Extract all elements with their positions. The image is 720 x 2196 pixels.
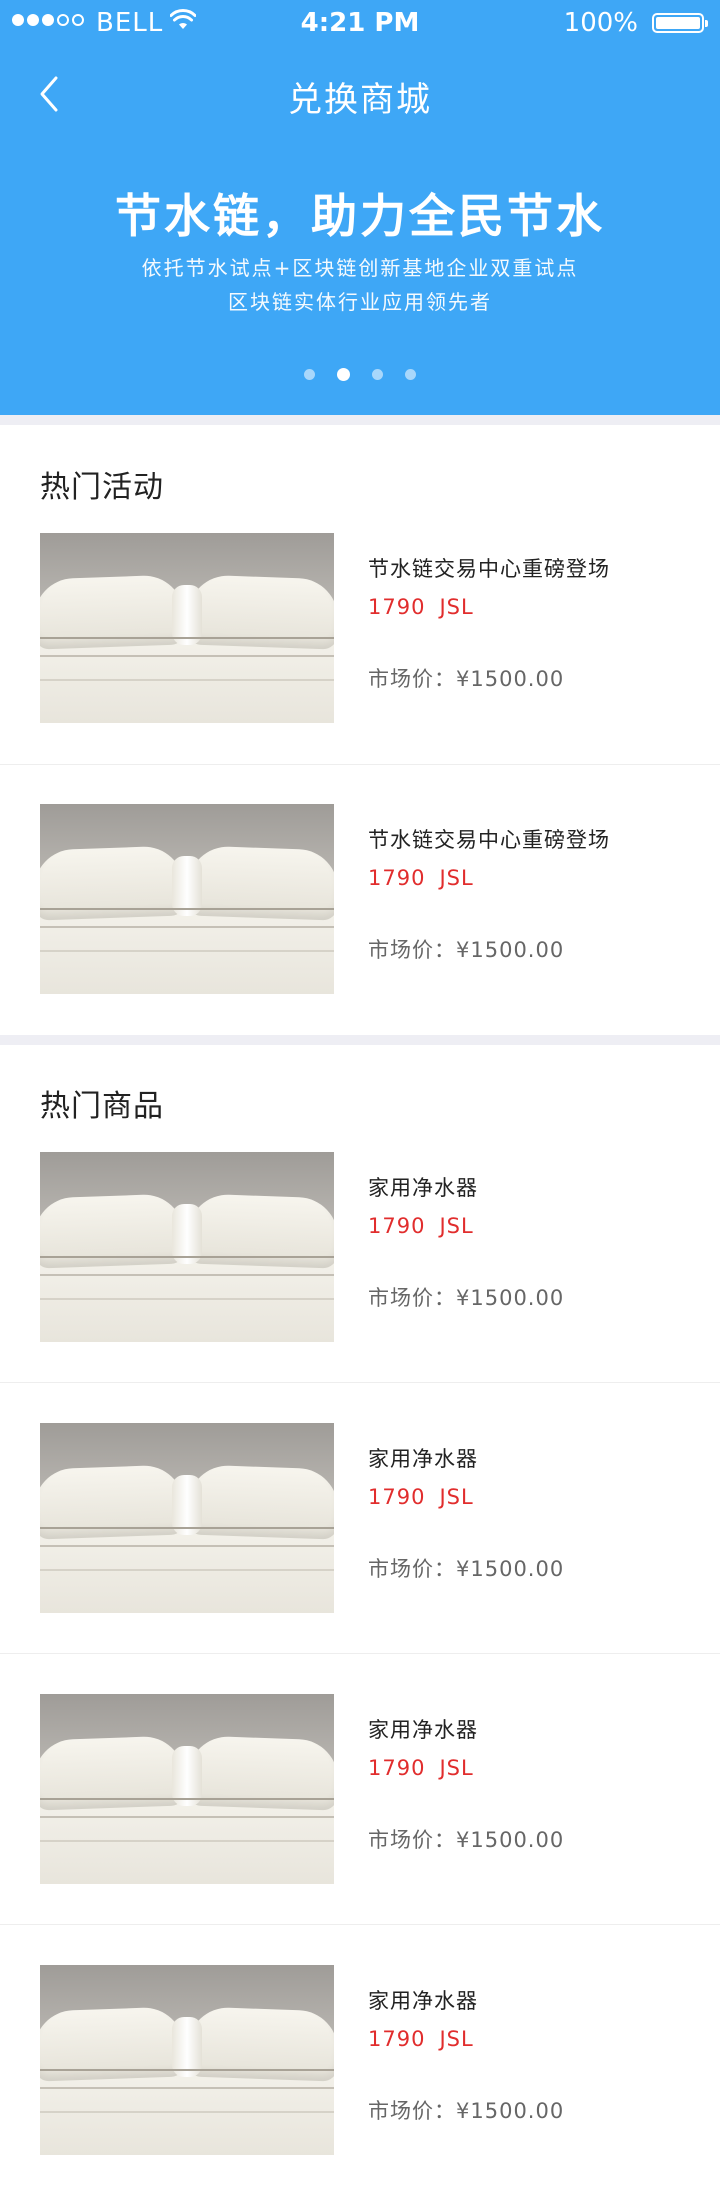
price-value: 1790	[368, 866, 426, 890]
battery-icon	[652, 13, 708, 33]
carousel-dot-2-active[interactable]	[337, 368, 350, 381]
market-price: 市场价：¥1500.00	[368, 1286, 565, 1310]
carousel-indicator[interactable]	[0, 368, 720, 381]
section-separator	[0, 415, 720, 425]
price-value: 1790	[368, 1485, 426, 1509]
status-bar: BELL 4:21 PM 100%	[0, 0, 720, 44]
market-price: 市场价：¥1500.00	[368, 1828, 565, 1852]
header-banner: BELL 4:21 PM 100% 兑换商城 节水链，助力全民节水 依托节水试点…	[0, 0, 720, 415]
item-price: 1790 JSL	[368, 1214, 474, 1238]
banner-title: 节水链，助力全民节水	[115, 189, 605, 243]
price-unit: JSL	[439, 1214, 474, 1238]
price-value: 1790	[368, 1756, 426, 1780]
item-price: 1790 JSL	[368, 2027, 474, 2051]
item-title: 节水链交易中心重磅登场	[368, 828, 610, 852]
product-item-4[interactable]: 家用净水器 1790 JSL 市场价：¥1500.00	[0, 1965, 720, 2196]
battery-percentage: 100%	[563, 8, 638, 38]
product-image	[40, 1423, 334, 1613]
item-price: 1790 JSL	[368, 595, 474, 619]
product-image	[40, 533, 334, 723]
item-title: 家用净水器	[368, 1447, 478, 1471]
product-image	[40, 1694, 334, 1884]
activity-item-1[interactable]: 节水链交易中心重磅登场 1790 JSL 市场价：¥1500.00	[0, 533, 720, 803]
activity-item-2[interactable]: 节水链交易中心重磅登场 1790 JSL 市场价：¥1500.00	[0, 804, 720, 1074]
banner-subtitle-line-2: 区块链实体行业应用领先者	[228, 290, 492, 314]
carousel-dot-1[interactable]	[304, 369, 315, 380]
price-unit: JSL	[439, 595, 474, 619]
exchange-mall-screen: BELL 4:21 PM 100% 兑换商城 节水链，助力全民节水 依托节水试点…	[0, 0, 720, 2196]
item-divider	[0, 1653, 720, 1654]
carousel-dot-3[interactable]	[372, 369, 383, 380]
banner-subtitle-line-1: 依托节水试点+区块链创新基地企业双重试点	[141, 256, 579, 280]
section-separator	[0, 1035, 720, 1045]
price-unit: JSL	[439, 866, 474, 890]
price-unit: JSL	[439, 1485, 474, 1509]
price-value: 1790	[368, 1214, 426, 1238]
product-image	[40, 804, 334, 994]
item-title: 节水链交易中心重磅登场	[368, 557, 610, 581]
market-price: 市场价：¥1500.00	[368, 938, 565, 962]
section-title-hot-activities: 热门活动	[40, 470, 164, 505]
item-divider	[0, 1382, 720, 1383]
section-title-hot-products: 热门商品	[40, 1089, 164, 1124]
item-title: 家用净水器	[368, 1718, 478, 1742]
navigation-bar: 兑换商城	[0, 60, 720, 128]
item-price: 1790 JSL	[368, 866, 474, 890]
price-unit: JSL	[439, 2027, 474, 2051]
market-price: 市场价：¥1500.00	[368, 667, 565, 691]
carousel-dot-4[interactable]	[405, 369, 416, 380]
page-title: 兑换商城	[288, 80, 432, 120]
product-image	[40, 1152, 334, 1342]
price-unit: JSL	[439, 1756, 474, 1780]
item-price: 1790 JSL	[368, 1756, 474, 1780]
item-divider	[0, 764, 720, 765]
item-price: 1790 JSL	[368, 1485, 474, 1509]
item-title: 家用净水器	[368, 1989, 478, 2013]
product-image	[40, 1965, 334, 2155]
price-value: 1790	[368, 2027, 426, 2051]
market-price: 市场价：¥1500.00	[368, 2099, 565, 2123]
market-price: 市场价：¥1500.00	[368, 1557, 565, 1581]
item-title: 家用净水器	[368, 1176, 478, 1200]
item-divider	[0, 1924, 720, 1925]
price-value: 1790	[368, 595, 426, 619]
